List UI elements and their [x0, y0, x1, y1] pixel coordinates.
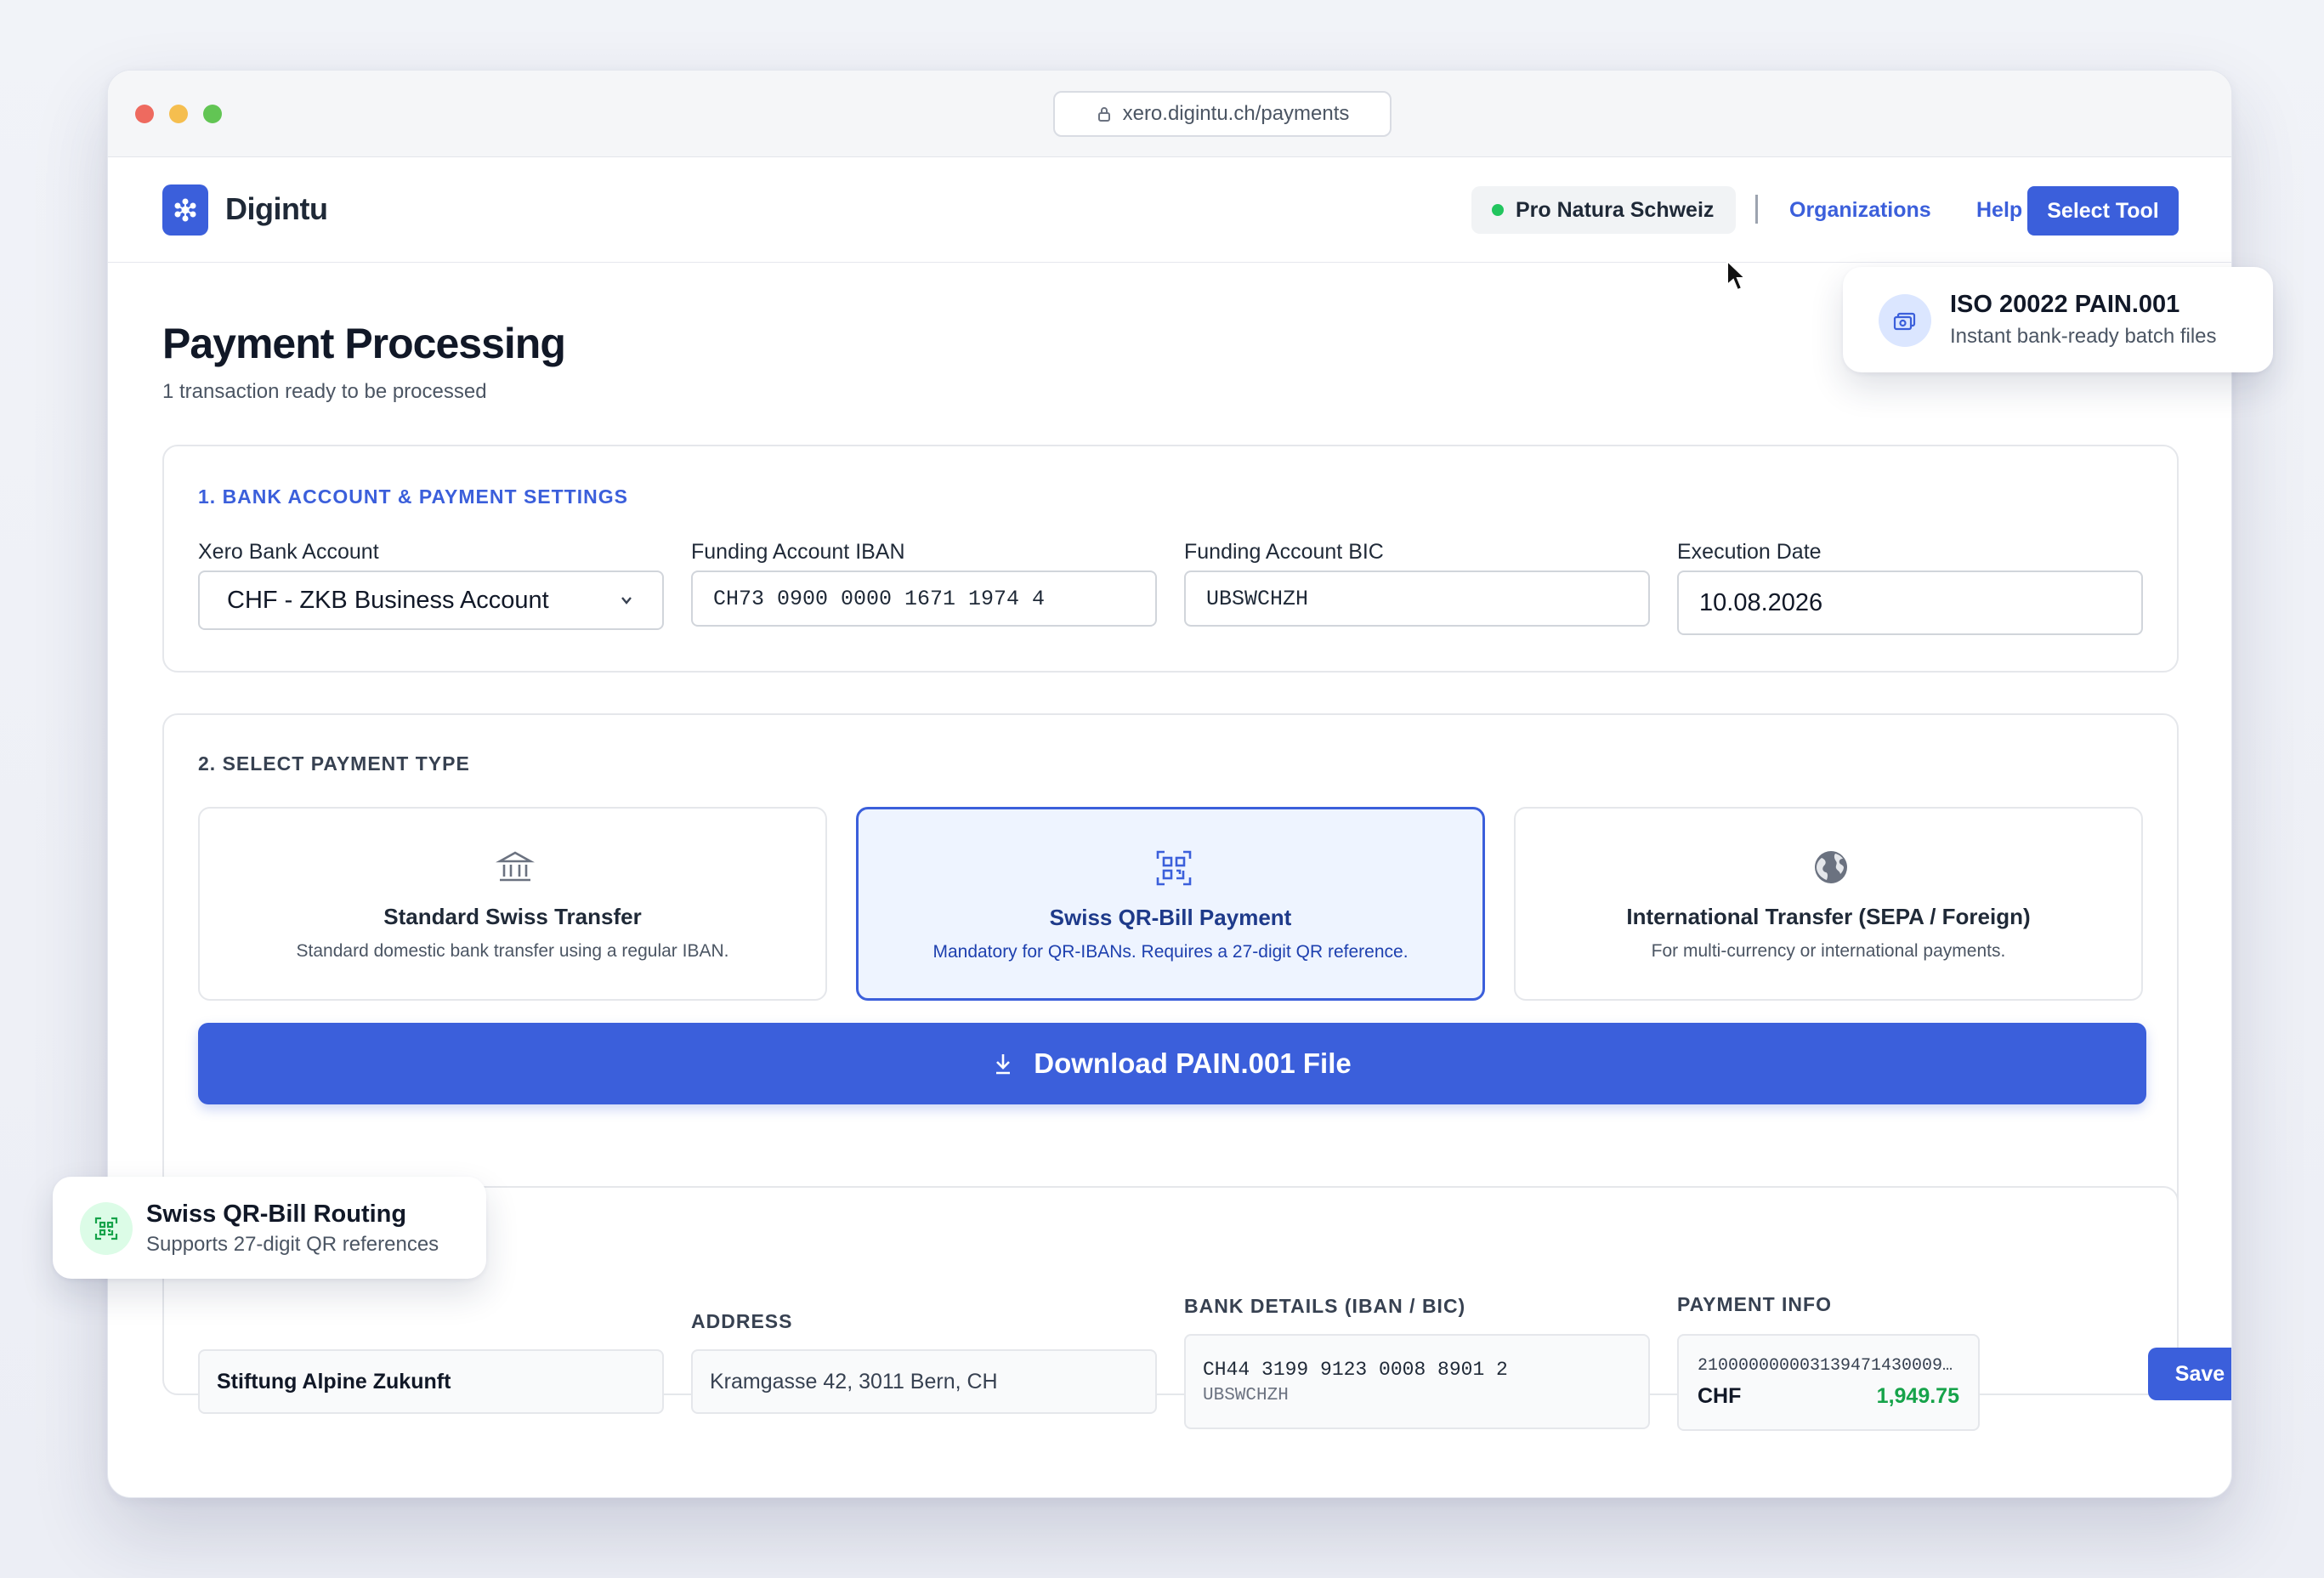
banknote-icon [1893, 312, 1916, 331]
funding-bic-input[interactable]: UBSWCHZH [1184, 570, 1650, 627]
recipient-name-field[interactable]: Stiftung Alpine Zukunft [198, 1349, 664, 1414]
execution-date-label: Execution Date [1677, 540, 1822, 564]
bank-icon [496, 851, 535, 882]
payment-type-qr-bill[interactable]: Swiss QR-Bill Payment Mandatory for QR-I… [856, 807, 1485, 1001]
address-field[interactable]: Kramgasse 42, 3011 Bern, CH [691, 1349, 1157, 1414]
currency: CHF [1698, 1384, 1742, 1408]
qr-feature-toast: Swiss QR-Bill Routing Supports 27-digit … [53, 1177, 486, 1279]
lock-icon [1097, 107, 1110, 122]
funding-bic-label: Funding Account BIC [1184, 540, 1384, 564]
address-bar[interactable]: xero.digintu.ch/payments [1053, 91, 1392, 137]
iso-toast-title: ISO 20022 PAIN.001 [1950, 291, 2180, 318]
globe-icon [1815, 851, 1847, 883]
toast-icon-circle [1879, 294, 1931, 347]
brand-logo[interactable] [162, 184, 208, 236]
amount-row: CHF 1,949.75 [1698, 1384, 1959, 1409]
url-text: xero.digintu.ch/payments [1122, 102, 1350, 125]
nav-organizations-link[interactable]: Organizations [1789, 198, 1931, 223]
payment-type-title: 2. SELECT PAYMENT TYPE [198, 752, 470, 775]
qr-toast-desc: Supports 27-digit QR references [146, 1233, 439, 1256]
mouse-cursor-icon [1726, 259, 1748, 292]
payment-type-card: 2. SELECT PAYMENT TYPE Standard Swiss Tr… [162, 713, 2179, 1215]
recipient-iban: CH44 3199 9123 0008 8901 2 [1203, 1358, 1508, 1381]
page-subtitle: 1 transaction ready to be processed [162, 380, 487, 403]
iso-feature-toast: ISO 20022 PAIN.001 Instant bank-ready ba… [1843, 267, 2273, 372]
xero-bank-account-label: Xero Bank Account [198, 540, 379, 564]
minimize-window-button[interactable] [169, 105, 188, 123]
bank-settings-title: 1. BANK ACCOUNT & PAYMENT SETTINGS [198, 485, 628, 508]
qr-toast-title: Swiss QR-Bill Routing [146, 1201, 407, 1228]
download-label: Download PAIN.001 File [1034, 1047, 1352, 1079]
download-icon [996, 1054, 1011, 1075]
network-icon [174, 198, 196, 222]
page-title: Payment Processing [162, 320, 566, 367]
bank-details-field[interactable]: CH44 3199 9123 0008 8901 2 UBSWCHZH [1184, 1334, 1650, 1429]
payment-type-title-text: Standard Swiss Transfer [383, 904, 642, 929]
nav-help-link[interactable]: Help [1976, 198, 2022, 223]
iso-toast-desc: Instant bank-ready batch files [1950, 325, 2217, 348]
payment-info-field[interactable]: 210000000003139471430009… CHF 1,949.75 [1677, 1334, 1980, 1431]
funding-iban-label: Funding Account IBAN [691, 540, 905, 564]
save-button[interactable]: Save [2148, 1348, 2231, 1400]
payment-type-title-text: Swiss QR-Bill Payment [1049, 905, 1292, 930]
browser-titlebar: xero.digintu.ch/payments [108, 71, 2231, 157]
close-window-button[interactable] [135, 105, 154, 123]
download-pain001-button[interactable]: Download PAIN.001 File [198, 1023, 2146, 1104]
payment-type-desc-text: For multi-currency or international paym… [1651, 941, 2006, 961]
payment-type-desc-text: Standard domestic bank transfer using a … [296, 941, 729, 961]
nav-separator [1755, 195, 1758, 224]
status-dot [1492, 204, 1504, 216]
brand-name: Digintu [225, 191, 328, 226]
address-column-label: ADDRESS [691, 1310, 793, 1332]
recipient-bic: UBSWCHZH [1203, 1385, 1289, 1405]
qr-code-icon [1156, 850, 1192, 886]
payment-type-international[interactable]: International Transfer (SEPA / Foreign) … [1514, 807, 2143, 1001]
organization-name: Pro Natura Schweiz [1516, 197, 1715, 222]
maximize-window-button[interactable] [203, 105, 222, 123]
organization-badge[interactable]: Pro Natura Schweiz [1471, 186, 1737, 234]
execution-date-input[interactable]: 10.08.2026 [1677, 570, 2143, 635]
chevron-down-icon [621, 597, 632, 605]
xero-bank-account-value: CHF - ZKB Business Account [227, 586, 549, 614]
select-tool-button[interactable]: Select Tool [2027, 186, 2179, 236]
bank-settings-card: 1. BANK ACCOUNT & PAYMENT SETTINGS Xero … [162, 445, 2179, 673]
funding-iban-input[interactable]: CH73 0900 0000 1671 1974 4 [691, 570, 1157, 627]
qr-reference: 210000000003139471430009… [1698, 1356, 1953, 1376]
payment-type-desc-text: Mandatory for QR-IBANs. Requires a 27-di… [932, 942, 1409, 962]
amount: 1,949.75 [1876, 1384, 1959, 1408]
qr-code-icon [94, 1217, 118, 1240]
payment-type-standard[interactable]: Standard Swiss Transfer Standard domesti… [198, 807, 827, 1001]
bank-details-column-label: BANK DETAILS (IBAN / BIC) [1184, 1295, 1466, 1317]
payment-info-column-label: PAYMENT INFO [1677, 1293, 1832, 1315]
app-header: Digintu Pro Natura Schweiz Organizations… [108, 157, 2231, 263]
toast-icon-circle [80, 1202, 133, 1255]
payment-type-title-text: International Transfer (SEPA / Foreign) [1626, 904, 2031, 929]
xero-bank-account-select[interactable]: CHF - ZKB Business Account [198, 570, 664, 630]
